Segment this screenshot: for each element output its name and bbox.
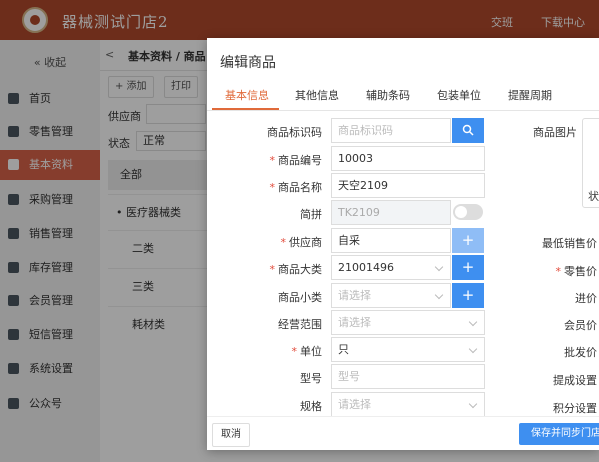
search-icon	[462, 124, 474, 136]
shape-label: 状	[588, 190, 599, 203]
purchase-price-label: 进价	[575, 292, 597, 305]
minor-category-label: 商品小类	[278, 291, 322, 304]
tab-packaging-unit[interactable]: 包装单位	[437, 87, 481, 103]
barcode-input[interactable]: 商品标识码	[331, 118, 451, 143]
pinyin-label: 简拼	[300, 208, 322, 221]
tab-other-info[interactable]: 其他信息	[295, 87, 339, 103]
add-major-category-button[interactable]: +	[452, 255, 484, 280]
chevron-down-icon	[468, 317, 478, 327]
points-label: 积分设置	[553, 402, 597, 415]
barcode-label: 商品标识码	[267, 126, 322, 139]
major-category-label: * 商品大类	[269, 263, 323, 276]
search-button[interactable]	[452, 118, 484, 143]
code-input[interactable]: 10003	[331, 146, 485, 171]
minor-category-select[interactable]: 请选择	[331, 283, 451, 308]
plus-icon: +	[461, 286, 475, 304]
tab-reminder-cycle[interactable]: 提醒周期	[508, 87, 552, 103]
spec-select[interactable]: 请选择	[331, 392, 485, 417]
chevron-down-icon	[468, 344, 478, 354]
wholesale-price-label: 批发价	[564, 346, 597, 359]
chevron-down-icon	[434, 290, 444, 300]
add-minor-category-button[interactable]: +	[452, 283, 484, 308]
tab-aux-barcode[interactable]: 辅助条码	[366, 87, 410, 103]
code-label: * 商品编号	[269, 154, 323, 167]
chevron-down-icon	[468, 399, 478, 409]
model-input[interactable]: 型号	[331, 364, 485, 389]
plus-icon: +	[461, 258, 475, 276]
supplier-label: * 供应商	[280, 236, 323, 249]
name-input[interactable]: 天空2109	[331, 173, 485, 198]
modal-title: 编辑商品	[220, 55, 276, 71]
modal-footer: 取消 保存并同步门店配	[207, 416, 599, 450]
pinyin-input: TK2109	[331, 200, 451, 225]
min-price-label: 最低销售价	[542, 237, 597, 250]
major-category-select[interactable]: 21001496	[331, 255, 451, 280]
plus-icon: +	[461, 231, 475, 249]
chevron-down-icon	[434, 262, 444, 272]
active-tab-indicator	[212, 108, 279, 110]
modal-tabs: 基本信息 其他信息 辅助条码 包装单位 提醒周期	[207, 80, 599, 111]
model-label: 型号	[300, 372, 322, 385]
scope-label: 经营范围	[278, 318, 322, 331]
product-image-label: 商品图片	[533, 126, 577, 139]
edit-product-modal: 编辑商品 基本信息 其他信息 辅助条码 包装单位 提醒周期 商品标识码 商品标识…	[207, 38, 599, 450]
retail-price-label: * 零售价	[555, 265, 598, 278]
spec-label: 规格	[300, 400, 322, 413]
member-price-label: 会员价	[564, 319, 597, 332]
tab-basic-info[interactable]: 基本信息	[225, 87, 269, 103]
add-supplier-button[interactable]: +	[452, 228, 484, 253]
scope-select[interactable]: 请选择	[331, 310, 485, 335]
supplier-input[interactable]: 自采	[331, 228, 451, 253]
pinyin-toggle[interactable]	[453, 204, 483, 220]
unit-select[interactable]: 只	[331, 337, 485, 362]
unit-label: * 单位	[291, 345, 323, 358]
cancel-button[interactable]: 取消	[212, 423, 250, 447]
commission-label: 提成设置	[553, 374, 597, 387]
save-sync-button[interactable]: 保存并同步门店配	[519, 423, 599, 445]
name-label: * 商品名称	[269, 181, 323, 194]
